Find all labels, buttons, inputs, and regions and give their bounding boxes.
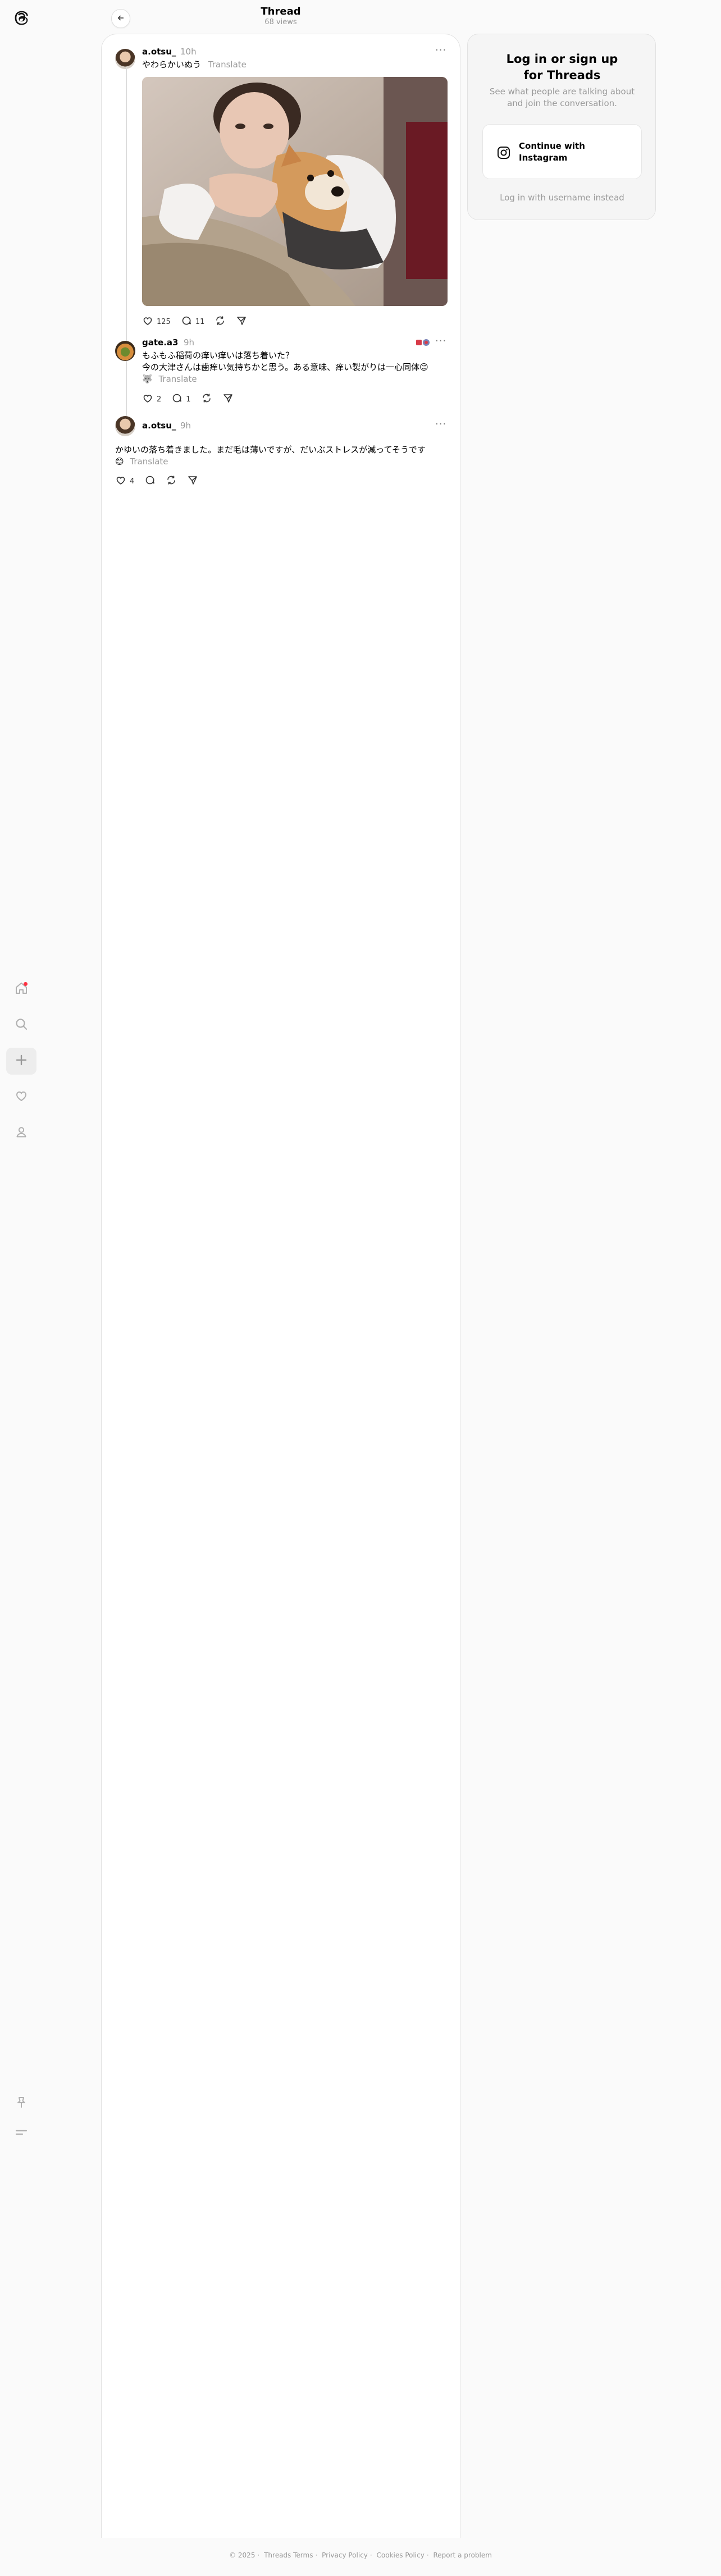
nav-create[interactable] bbox=[6, 1048, 36, 1075]
like-button[interactable]: 125 bbox=[142, 315, 171, 328]
thread-reply: gate.a3 9h ··· もふもふ稲荷の痒い痒いは落ち着いた？ 今の大津さん… bbox=[102, 335, 461, 427]
share-button[interactable] bbox=[236, 315, 247, 328]
reply-count: 11 bbox=[195, 317, 205, 326]
post-text-line: かゆいの落ち着きました。まだ毛は薄いですが、だいぶストレスが減ってそうです bbox=[115, 445, 426, 455]
post-actions: 125 11 bbox=[142, 315, 247, 328]
post-text-line: 😊 bbox=[115, 456, 124, 467]
comment-icon bbox=[181, 315, 192, 328]
reply-button[interactable]: 11 bbox=[181, 315, 205, 328]
login-subtitle: See what people are talking about and jo… bbox=[489, 86, 635, 108]
comment-icon bbox=[171, 392, 182, 406]
more-options-button[interactable]: ··· bbox=[435, 418, 446, 430]
heart-icon bbox=[142, 392, 153, 406]
avatar[interactable] bbox=[115, 416, 135, 436]
like-count: 4 bbox=[130, 477, 135, 486]
login-title-line: for Threads bbox=[523, 68, 601, 82]
nav-home[interactable] bbox=[6, 976, 36, 1003]
thread-post: a.otsu_ 10h ··· やわらかいぬう Translate 125 11 bbox=[102, 34, 461, 428]
reply-button[interactable]: 1 bbox=[171, 392, 191, 406]
copyright: © 2025 bbox=[229, 2551, 255, 2559]
menu-icon bbox=[14, 2125, 29, 2142]
nav-rail bbox=[0, 0, 43, 2576]
username[interactable]: a.otsu_ bbox=[142, 421, 176, 431]
cookies-link[interactable]: Cookies Policy bbox=[377, 2551, 425, 2559]
translate-link[interactable]: Translate bbox=[158, 374, 197, 384]
username[interactable]: a.otsu_ bbox=[142, 47, 176, 57]
like-button[interactable]: 4 bbox=[115, 474, 134, 488]
reply-count: 1 bbox=[186, 395, 191, 404]
pin-icon bbox=[14, 2095, 29, 2112]
send-icon bbox=[236, 315, 247, 328]
continue-with-instagram-button[interactable]: Continue with Instagram bbox=[482, 124, 642, 179]
heart-icon bbox=[14, 1089, 29, 1106]
post-text-line: 今の大津さんは歯痒い気持ちかと思う。ある意味、痒い製がりは一心同体😊 bbox=[142, 362, 428, 372]
avatar[interactable] bbox=[115, 341, 135, 361]
heart-icon bbox=[115, 474, 126, 488]
instagram-button-label-line: Continue with bbox=[519, 141, 585, 151]
nav-profile[interactable] bbox=[6, 1120, 36, 1147]
report-link[interactable]: Report a problem bbox=[433, 2551, 491, 2559]
instagram-button-label-line: Instagram bbox=[519, 153, 568, 163]
thread-reply: a.otsu_ 9h ··· かゆいの落ち着きました。まだ毛は薄いですが、だいぶ… bbox=[102, 416, 461, 495]
repost-button[interactable] bbox=[166, 474, 177, 488]
terms-link[interactable]: Threads Terms bbox=[264, 2551, 313, 2559]
thread-feed: a.otsu_ 10h ··· やわらかいぬう Translate 125 11… bbox=[101, 34, 460, 2538]
like-count: 2 bbox=[157, 395, 162, 404]
flag-badge-icon bbox=[416, 339, 430, 346]
send-icon bbox=[222, 392, 234, 406]
username[interactable]: gate.a3 bbox=[142, 337, 178, 348]
translate-link[interactable]: Translate bbox=[208, 60, 247, 70]
repost-icon bbox=[201, 392, 212, 406]
login-title-line: Log in or sign up bbox=[506, 52, 618, 66]
more-options-button[interactable]: ··· bbox=[435, 44, 446, 56]
post-text: もふもふ稲荷の痒い痒いは落ち着いた？ 今の大津さんは歯痒い気持ちかと思う。ある意… bbox=[142, 350, 445, 385]
profile-icon bbox=[14, 1125, 29, 1141]
view-count: 68 views bbox=[264, 18, 297, 26]
repost-icon bbox=[215, 315, 226, 328]
search-icon bbox=[14, 1017, 29, 1034]
nav-search[interactable] bbox=[6, 1012, 36, 1039]
like-count: 125 bbox=[157, 317, 171, 326]
repost-button[interactable] bbox=[201, 392, 212, 406]
login-panel: Log in or sign up for Threads See what p… bbox=[467, 34, 656, 220]
threads-logo-icon[interactable] bbox=[11, 8, 31, 28]
privacy-link[interactable]: Privacy Policy bbox=[322, 2551, 368, 2559]
more-options-button[interactable]: ··· bbox=[435, 335, 446, 347]
post-text-line: もふもふ稲荷の痒い痒いは落ち着いた？ bbox=[142, 350, 294, 360]
post-text-content: やわらかいぬう bbox=[142, 60, 202, 70]
nav-menu[interactable] bbox=[6, 2120, 36, 2147]
login-with-username-link[interactable]: Log in with username instead bbox=[468, 193, 656, 203]
instagram-icon bbox=[496, 145, 511, 160]
repost-icon bbox=[166, 474, 177, 488]
avatar[interactable] bbox=[115, 49, 135, 69]
translate-link[interactable]: Translate bbox=[130, 456, 168, 467]
post-time[interactable]: 9h bbox=[180, 421, 191, 431]
instagram-button-label: Continue with Instagram bbox=[519, 140, 626, 164]
share-button[interactable] bbox=[187, 474, 198, 488]
share-button[interactable] bbox=[222, 392, 234, 406]
repost-button[interactable] bbox=[215, 315, 226, 328]
post-actions: 4 bbox=[115, 474, 198, 488]
post-text-line: 🐺 bbox=[142, 374, 153, 384]
login-title: Log in or sign up for Threads bbox=[468, 51, 656, 84]
post-time[interactable]: 9h bbox=[184, 337, 194, 348]
post-text: かゆいの落ち着きました。まだ毛は薄いですが、だいぶストレスが減ってそうです 😊 … bbox=[115, 444, 446, 468]
notification-dot bbox=[24, 982, 28, 986]
heart-icon bbox=[142, 315, 153, 328]
footer: © 2025 · Threads Terms · Privacy Policy · C… bbox=[229, 2551, 492, 2559]
comment-icon bbox=[144, 474, 156, 488]
post-image[interactable] bbox=[142, 77, 448, 306]
post-text: やわらかいぬう Translate bbox=[142, 59, 247, 71]
plus-icon bbox=[14, 1053, 29, 1070]
like-button[interactable]: 2 bbox=[142, 392, 161, 406]
reply-button[interactable] bbox=[144, 474, 156, 488]
post-time[interactable]: 10h bbox=[180, 47, 197, 57]
post-actions: 2 1 bbox=[142, 392, 234, 406]
page-title: Thread bbox=[261, 6, 301, 17]
nav-activity[interactable] bbox=[6, 1084, 36, 1111]
nav-pin[interactable] bbox=[6, 2090, 36, 2117]
send-icon bbox=[187, 474, 198, 488]
